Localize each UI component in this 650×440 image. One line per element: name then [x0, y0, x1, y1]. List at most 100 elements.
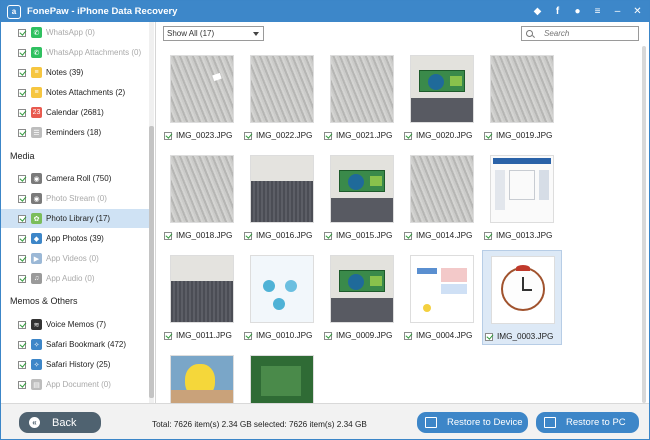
minimize-icon[interactable]: – — [612, 6, 623, 17]
photo-thumbnail[interactable] — [251, 56, 313, 122]
photo-thumbnail[interactable] — [171, 56, 233, 122]
photo-tile[interactable]: IMG_0004.JPG — [402, 250, 482, 345]
photo-checkbox[interactable] — [244, 332, 252, 340]
photo-tile[interactable]: IMG_0014.JPG — [402, 150, 482, 245]
photo-thumbnail[interactable] — [171, 156, 233, 222]
photo-checkbox[interactable] — [164, 232, 172, 240]
facebook-icon[interactable]: f — [552, 6, 563, 17]
photo-thumbnail[interactable] — [491, 156, 553, 222]
sidebar-item-checkbox[interactable] — [18, 340, 26, 349]
photo-tile[interactable]: IMG_0022.JPG — [242, 50, 322, 145]
sidebar-item[interactable]: ✆ WhatsApp Attachments (0) — [1, 43, 149, 62]
close-icon[interactable]: ✕ — [632, 6, 643, 17]
sidebar-item[interactable]: ✧ Safari Bookmark (472) — [1, 335, 149, 354]
photo-checkbox[interactable] — [324, 332, 332, 340]
photo-tile[interactable]: IMG_0015.JPG — [322, 150, 402, 245]
photo-checkbox[interactable] — [404, 232, 412, 240]
sidebar-item-checkbox[interactable] — [18, 174, 26, 183]
sidebar-item[interactable]: ▤ App Document (0) — [1, 375, 149, 394]
photo-checkbox[interactable] — [404, 332, 412, 340]
thumbnail-shape — [411, 98, 473, 122]
filter-select[interactable]: Show All (17) — [163, 26, 264, 41]
sidebar-item[interactable]: ◉ Photo Stream (0) — [1, 189, 149, 208]
photo-thumbnail[interactable] — [251, 156, 313, 222]
sidebar-scrollbar-thumb[interactable] — [149, 126, 154, 398]
sidebar-item-checkbox[interactable] — [18, 274, 26, 283]
sidebar-item-checkbox[interactable] — [18, 234, 26, 243]
photo-checkbox[interactable] — [404, 132, 412, 140]
photo-tile[interactable]: IMG_0010.JPG — [242, 250, 322, 345]
photo-tile[interactable]: IMG_0003.JPG — [482, 250, 562, 345]
back-button[interactable]: « Back — [19, 412, 101, 433]
sidebar-item[interactable]: ≡ Notes (39) — [1, 63, 149, 82]
photo-tile[interactable] — [162, 350, 242, 403]
grid-scrollbar-thumb[interactable] — [642, 46, 646, 403]
sidebar-item-checkbox[interactable] — [18, 128, 26, 137]
photo-thumbnail[interactable] — [171, 356, 233, 403]
photo-tile[interactable]: IMG_0019.JPG — [482, 50, 562, 145]
sidebar-item[interactable]: ✧ Safari History (25) — [1, 355, 149, 374]
photo-checkbox[interactable] — [484, 132, 492, 140]
search-input[interactable] — [544, 29, 634, 38]
photo-tile[interactable]: IMG_0011.JPG — [162, 250, 242, 345]
sidebar-item[interactable]: ☰ Reminders (18) — [1, 123, 149, 142]
photo-tile[interactable]: IMG_0018.JPG — [162, 150, 242, 245]
photo-checkbox[interactable] — [164, 132, 172, 140]
sidebar-item[interactable]: ≋ Voice Memos (7) — [1, 315, 149, 334]
grid-scrollbar[interactable] — [641, 46, 647, 403]
sidebar-item-checkbox[interactable] — [18, 68, 26, 77]
menu-icon[interactable]: ≡ — [592, 6, 603, 17]
sidebar-item[interactable]: ♫ App Audio (0) — [1, 269, 149, 288]
thumbnail-shape — [370, 176, 382, 186]
photo-thumbnail[interactable] — [411, 256, 473, 322]
photo-thumbnail[interactable] — [331, 256, 393, 322]
photo-thumbnail[interactable] — [491, 56, 553, 122]
sidebar-item-checkbox[interactable] — [18, 254, 26, 263]
sidebar-item-checkbox[interactable] — [18, 320, 26, 329]
photo-checkbox[interactable] — [164, 332, 172, 340]
sidebar-item[interactable]: 23 Calendar (2681) — [1, 103, 149, 122]
photo-tile[interactable]: IMG_0016.JPG — [242, 150, 322, 245]
thumbnail-shape — [441, 284, 467, 294]
photo-thumbnail[interactable] — [411, 156, 473, 222]
sidebar-item[interactable]: ✆ WhatsApp (0) — [1, 23, 149, 42]
photo-checkbox[interactable] — [485, 333, 493, 341]
photo-checkbox[interactable] — [484, 232, 492, 240]
sidebar-item-checkbox[interactable] — [18, 214, 26, 223]
photo-thumbnail[interactable] — [251, 356, 313, 403]
gem-icon[interactable]: ◆ — [532, 6, 543, 17]
photo-tile[interactable] — [242, 350, 322, 403]
photo-tile[interactable]: IMG_0021.JPG — [322, 50, 402, 145]
photo-checkbox[interactable] — [324, 232, 332, 240]
sidebar-item[interactable]: ≡ Notes Attachments (2) — [1, 83, 149, 102]
sidebar-item-checkbox[interactable] — [18, 88, 26, 97]
sidebar-item-checkbox[interactable] — [18, 360, 26, 369]
photo-thumbnail[interactable] — [492, 257, 554, 323]
photo-thumbnail[interactable] — [331, 156, 393, 222]
photo-tile[interactable]: IMG_0020.JPG — [402, 50, 482, 145]
sidebar-item-checkbox[interactable] — [18, 380, 26, 389]
photo-thumbnail[interactable] — [251, 256, 313, 322]
chat-icon[interactable]: ● — [572, 6, 583, 17]
photo-thumbnail[interactable] — [411, 56, 473, 122]
sidebar-item-checkbox[interactable] — [18, 108, 26, 117]
photo-tile[interactable]: IMG_0023.JPG — [162, 50, 242, 145]
restore-to-device-button[interactable]: Restore to Device — [417, 412, 528, 433]
restore-to-pc-button[interactable]: Restore to PC — [536, 412, 639, 433]
photo-tile[interactable]: IMG_0009.JPG — [322, 250, 402, 345]
sidebar-item-checkbox[interactable] — [18, 28, 26, 37]
photo-checkbox[interactable] — [244, 132, 252, 140]
sidebar-scrollbar[interactable] — [149, 22, 154, 403]
search-box[interactable] — [521, 26, 639, 41]
photo-thumbnail[interactable] — [171, 256, 233, 322]
sidebar-item-checkbox[interactable] — [18, 48, 26, 57]
sidebar-item[interactable]: ◉ Camera Roll (750) — [1, 169, 149, 188]
photo-checkbox[interactable] — [324, 132, 332, 140]
sidebar-item[interactable]: ✿ Photo Library (17) — [1, 209, 149, 228]
photo-thumbnail[interactable] — [331, 56, 393, 122]
photo-checkbox[interactable] — [244, 232, 252, 240]
sidebar-item[interactable]: ▶ App Videos (0) — [1, 249, 149, 268]
sidebar-item[interactable]: ◆ App Photos (39) — [1, 229, 149, 248]
sidebar-item-checkbox[interactable] — [18, 194, 26, 203]
photo-tile[interactable]: IMG_0013.JPG — [482, 150, 562, 245]
